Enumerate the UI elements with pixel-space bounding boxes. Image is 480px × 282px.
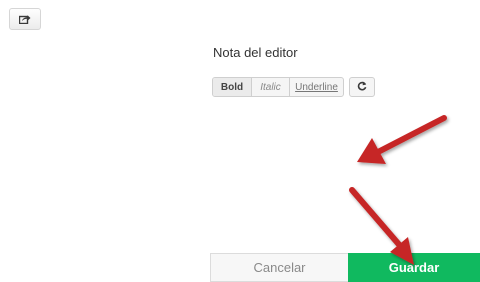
share-button[interactable] (9, 8, 41, 30)
share-square-icon (19, 14, 31, 24)
editor-title: Nota del editor (213, 45, 298, 60)
refresh-icon (357, 78, 367, 96)
underline-button[interactable]: Underline (289, 78, 343, 96)
italic-button[interactable]: Italic (251, 78, 289, 96)
format-button-group: Bold Italic Underline (212, 77, 344, 97)
editor-dialog-page: Nota del editor Bold Italic Underline Ca… (0, 0, 480, 282)
format-toolbar: Bold Italic Underline (212, 77, 375, 97)
save-button[interactable]: Guardar (348, 253, 480, 282)
bold-button[interactable]: Bold (213, 78, 251, 96)
editor-text-area[interactable] (212, 104, 474, 244)
refresh-button[interactable] (349, 77, 375, 97)
dialog-footer: Cancelar Guardar (210, 253, 480, 282)
cancel-button[interactable]: Cancelar (210, 253, 348, 282)
